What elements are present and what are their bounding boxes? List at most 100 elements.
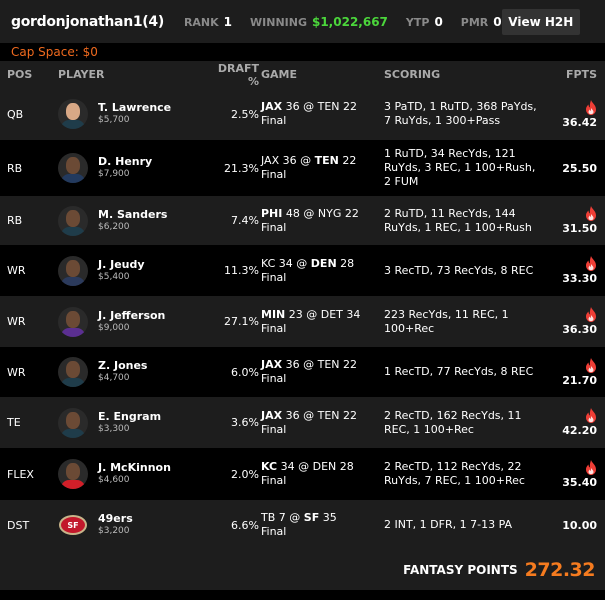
player-name[interactable]: M. Sanders bbox=[98, 208, 167, 221]
draft-percent: 7.4% bbox=[231, 214, 259, 227]
home-team: TEN bbox=[317, 358, 340, 371]
player-cell[interactable]: D. Henry $7,900 bbox=[56, 153, 206, 183]
player-salary: $3,200 bbox=[98, 526, 130, 536]
fpts-value: 36.30 bbox=[562, 323, 597, 336]
game-cell: JAX 36 @ TEN 22 Final bbox=[259, 409, 384, 437]
fire-icon bbox=[544, 307, 597, 322]
username: gordonjonathan1(4) bbox=[11, 14, 164, 30]
player-avatar bbox=[58, 255, 88, 286]
winning-label: WINNING bbox=[250, 15, 307, 29]
view-h2h-button[interactable]: View H2H bbox=[501, 8, 580, 35]
player-name[interactable]: J. Jefferson bbox=[98, 309, 165, 322]
home-score: 22 bbox=[342, 154, 357, 167]
game-status: Final bbox=[261, 474, 287, 487]
draft-percent: 2.5% bbox=[231, 107, 259, 121]
roster-table: QB T. Lawrence $5,700 2.5% JAX 36 @ TEN 22 Fi… bbox=[0, 88, 605, 550]
player-name[interactable]: D. Henry bbox=[98, 155, 152, 168]
player-row[interactable]: WR J. Jefferson $9,000 27.1% MIN 23 @ DET 34… bbox=[0, 296, 605, 347]
away-score: 34 bbox=[280, 460, 295, 473]
away-score: 48 bbox=[285, 206, 300, 220]
player-name[interactable]: J. McKinnon bbox=[98, 461, 171, 474]
fire-icon bbox=[544, 206, 597, 221]
ytp-stat: YTP 0 bbox=[406, 15, 443, 29]
pmr-label: PMR bbox=[460, 15, 489, 29]
player-avatar bbox=[58, 205, 88, 236]
cap-space: Cap Space: $0 bbox=[11, 45, 98, 59]
player-name[interactable]: J. Jeudy bbox=[98, 258, 145, 271]
scoring-detail: 1 RuTD, 34 RecYds, 121 RuYds, 3 REC, 1 1… bbox=[384, 147, 536, 188]
fpts-cell: 36.42 bbox=[544, 99, 605, 129]
fpts-value: 35.40 bbox=[562, 475, 597, 489]
home-team: DEN bbox=[310, 256, 337, 270]
fantasy-points-footer: FANTASY POINTS 272.32 bbox=[0, 550, 605, 590]
player-name[interactable]: Z. Jones bbox=[98, 359, 147, 372]
scoring-detail: 3 PaTD, 1 RuTD, 368 PaYds, 7 RuYds, 1 30… bbox=[384, 100, 537, 127]
home-score: 22 bbox=[343, 358, 357, 371]
player-cell[interactable]: Z. Jones $4,700 bbox=[56, 357, 206, 387]
username-text: gordonjonathan1 bbox=[11, 13, 143, 30]
game-status: Final bbox=[261, 114, 287, 127]
fpts-cell: 33.30 bbox=[544, 256, 605, 285]
fire-icon bbox=[544, 256, 597, 271]
player-salary: $7,900 bbox=[98, 169, 130, 179]
player-cell[interactable]: M. Sanders $6,200 bbox=[56, 205, 206, 236]
ytp-label: YTP bbox=[405, 15, 430, 29]
player-row[interactable]: FLEX J. McKinnon $4,600 2.0% KC 34 @ DEN 28 F… bbox=[0, 448, 605, 500]
player-cell[interactable]: E. Engram $3,300 bbox=[56, 407, 206, 438]
fpts-value: 21.70 bbox=[562, 373, 597, 387]
fpts-value: 31.50 bbox=[562, 222, 597, 235]
away-team: JAX bbox=[261, 154, 280, 167]
away-score: 36 bbox=[282, 154, 297, 167]
game-cell: MIN 23 @ DET 34 Final bbox=[259, 308, 384, 336]
away-team: TB bbox=[261, 511, 276, 524]
col-game: GAME bbox=[261, 67, 298, 81]
home-team: TEN bbox=[317, 408, 340, 422]
fpts-cell: 35.40 bbox=[544, 459, 605, 489]
draft-percent: 3.6% bbox=[231, 416, 259, 429]
away-team: JAX bbox=[261, 408, 283, 422]
rank-label: RANK bbox=[183, 15, 219, 29]
player-name[interactable]: T. Lawrence bbox=[98, 101, 171, 114]
table-header: POS PLAYER DRAFT % GAME SCORING FPTS bbox=[0, 61, 605, 88]
player-row[interactable]: DST SF 49ers $3,200 6.6% TB 7 @ SF 35 Final 2 I… bbox=[0, 500, 605, 550]
fantasy-points-total: 272.32 bbox=[524, 559, 596, 581]
player-row[interactable]: TE E. Engram $3,300 3.6% JAX 36 @ TEN 22 Fina… bbox=[0, 397, 605, 448]
scoring-detail: 1 RecTD, 77 RecYds, 8 REC bbox=[384, 365, 534, 378]
player-row[interactable]: WR J. Jeudy $5,400 11.3% KC 34 @ DEN 28 Final… bbox=[0, 245, 605, 296]
fpts-value: 10.00 bbox=[562, 518, 597, 532]
winning-value: $1,022,667 bbox=[311, 14, 388, 29]
fpts-cell: 10.00 bbox=[544, 519, 605, 532]
player-name[interactable]: E. Engram bbox=[98, 410, 161, 423]
fire-icon bbox=[544, 408, 597, 423]
player-cell[interactable]: T. Lawrence $5,700 bbox=[56, 99, 206, 129]
player-cell[interactable]: J. Jefferson $9,000 bbox=[56, 306, 206, 337]
home-team: TEN bbox=[314, 154, 339, 167]
fpts-value: 42.20 bbox=[562, 424, 597, 437]
player-row[interactable]: RB M. Sanders $6,200 7.4% PHI 48 @ NYG 22 Fin… bbox=[0, 196, 605, 245]
fpts-cell: 21.70 bbox=[544, 357, 605, 387]
player-cell[interactable]: J. Jeudy $5,400 bbox=[56, 255, 206, 286]
player-cell[interactable]: SF 49ers $3,200 bbox=[56, 510, 206, 540]
away-score: 36 bbox=[285, 358, 300, 371]
player-row[interactable]: WR Z. Jones $4,700 6.0% JAX 36 @ TEN 22 Final… bbox=[0, 347, 605, 397]
player-row[interactable]: RB D. Henry $7,900 21.3% JAX 36 @ TEN 22 Fina… bbox=[0, 140, 605, 196]
home-team: SF bbox=[303, 511, 320, 524]
player-row[interactable]: QB T. Lawrence $5,700 2.5% JAX 36 @ TEN 22 Fi… bbox=[0, 88, 605, 140]
away-team: PHI bbox=[261, 206, 283, 220]
home-score: 28 bbox=[339, 460, 354, 473]
away-team: KC bbox=[261, 460, 278, 473]
col-player: PLAYER bbox=[58, 68, 105, 81]
game-cell: PHI 48 @ NYG 22 Final bbox=[259, 207, 384, 235]
player-avatar bbox=[58, 357, 88, 387]
game-status: Final bbox=[261, 321, 287, 335]
player-cell[interactable]: J. McKinnon $4,600 bbox=[56, 459, 206, 489]
sf-49ers-logo-icon: SF bbox=[59, 515, 87, 535]
fpts-cell: 25.50 bbox=[544, 162, 605, 175]
fire-icon bbox=[544, 99, 597, 115]
player-name[interactable]: 49ers bbox=[98, 512, 133, 525]
draft-percent: 6.6% bbox=[231, 518, 259, 532]
game-status: Final bbox=[261, 168, 287, 181]
draft-percent: 6.0% bbox=[231, 365, 259, 379]
game-cell: JAX 36 @ TEN 22 Final bbox=[259, 100, 384, 128]
home-score: 28 bbox=[340, 256, 355, 270]
